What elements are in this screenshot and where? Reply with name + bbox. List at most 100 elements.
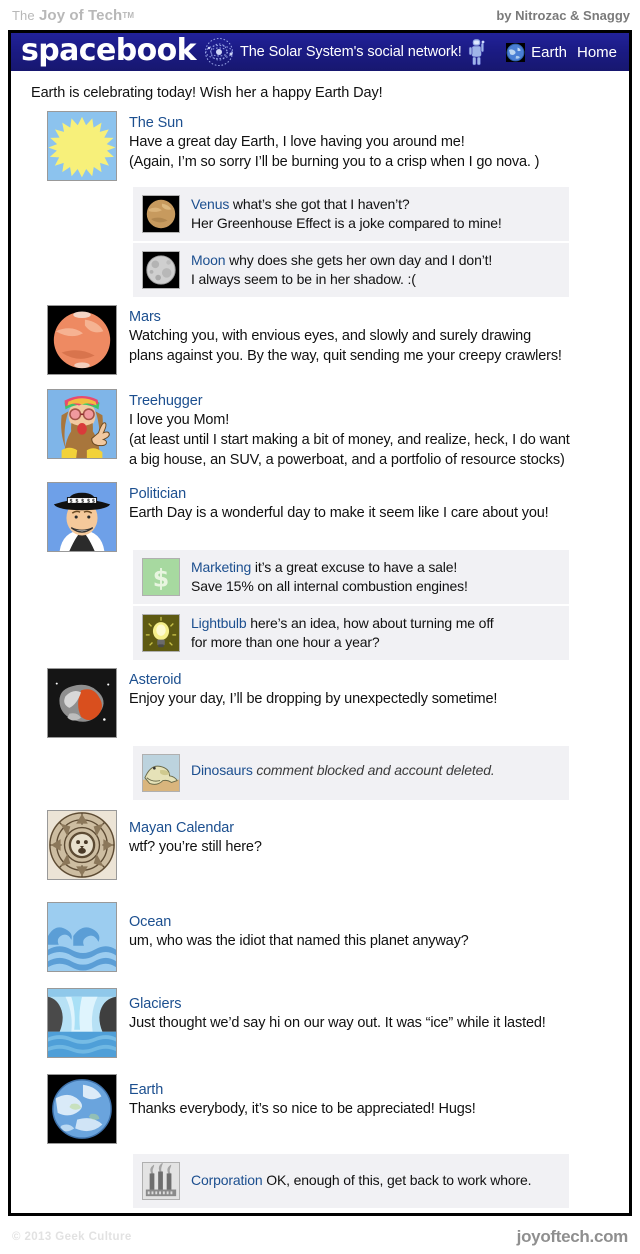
post-line: wtf? you’re still here? xyxy=(129,839,262,856)
svg-text:$: $ xyxy=(153,565,169,593)
mayan-avatar xyxy=(47,810,117,881)
comment-thread: Dinosaurs comment blocked and account de… xyxy=(133,746,569,801)
comment-line: for more than one hour a year? xyxy=(191,634,380,651)
post-author[interactable]: Ocean xyxy=(129,914,615,930)
sun-avatar xyxy=(47,111,117,181)
post-earth: Earth Thanks everybody, it’s so nice to … xyxy=(11,1074,629,1145)
comment-first-line: Dinosaurs comment blocked and account de… xyxy=(191,761,495,780)
comment-author[interactable]: Lightbulb xyxy=(191,615,247,631)
comment-thread: Corporation OK, enough of this, get back… xyxy=(133,1154,569,1209)
comic-strip: The Joy of TechTM by Nitrozac & Snaggy s… xyxy=(0,0,640,1254)
post-line: um, who was the idiot that named this pl… xyxy=(129,933,469,950)
comment-first-line: Lightbulb here’s an idea, how about turn… xyxy=(191,614,494,633)
spacebook-tagline: The Solar System's social network! xyxy=(239,44,462,60)
masthead-the: The xyxy=(12,7,35,23)
post-line: Earth Day is a wonderful day to make it … xyxy=(129,505,549,522)
post-body: Ocean um, who was the idiot that named t… xyxy=(117,902,615,972)
post-author[interactable]: Earth xyxy=(129,1082,615,1098)
site-url[interactable]: joyoftech.com xyxy=(517,1227,629,1247)
masthead: The Joy of TechTM by Nitrozac & Snaggy xyxy=(0,0,640,30)
post-author[interactable]: The Sun xyxy=(129,115,615,131)
marketing-avatar: $ xyxy=(142,558,180,597)
post-line: plans against you. By the way, quit send… xyxy=(129,348,562,365)
comment-dinosaurs: Dinosaurs comment blocked and account de… xyxy=(133,746,569,800)
comment-body: Moon why does she gets her own day and I… xyxy=(180,251,492,289)
comment-text: what’s she got that I haven’t? xyxy=(229,196,410,212)
byline: by Nitrozac & Snaggy xyxy=(496,7,630,23)
nav-item-earth[interactable]: Earth xyxy=(506,42,567,62)
asteroid-avatar xyxy=(47,668,117,739)
post-glaciers: Glaciers Just thought we’d say hi on our… xyxy=(11,988,629,1059)
footer: © 2013 Geek Culture joyoftech.com xyxy=(0,1220,640,1254)
post-asteroid: Asteroid Enjoy your day, I’ll be droppin… xyxy=(11,668,629,739)
comment-author[interactable]: Venus xyxy=(191,196,229,212)
glaciers-avatar xyxy=(47,988,117,1059)
post-author[interactable]: Asteroid xyxy=(129,672,615,688)
post-line: (at least until I start making a bit of … xyxy=(129,432,570,449)
comment-author[interactable]: Moon xyxy=(191,252,226,268)
comment-moon: Moon why does she gets her own day and I… xyxy=(133,241,569,297)
spacebook-logo[interactable]: spacebook xyxy=(21,36,197,66)
orbit-icon xyxy=(204,37,234,67)
comment-body: Venus what’s she got that I haven’t? Her… xyxy=(180,195,502,233)
comment-body: Marketing it’s a great excuse to have a … xyxy=(180,558,468,596)
earth-avatar xyxy=(47,1074,117,1145)
post-line: Have a great day Earth, I love having yo… xyxy=(129,134,465,150)
comment-corporation: Corporation OK, enough of this, get back… xyxy=(133,1154,569,1208)
feed-intro: Earth is celebrating today! Wish her a h… xyxy=(31,85,383,101)
comment-text: OK, enough of this, get back to work who… xyxy=(262,1172,532,1189)
comment-marketing: $ Marketing it’s a great excuse to have … xyxy=(133,550,569,604)
comment-first-line: Venus what’s she got that I haven’t? xyxy=(191,195,502,214)
comment-text: comment blocked and account deleted. xyxy=(252,762,495,779)
post-body: The Sun Have a great day Earth, I love h… xyxy=(117,111,615,181)
post-line: Enjoy your day, I’ll be dropping by unex… xyxy=(129,691,498,708)
comment-first-line: Corporation OK, enough of this, get back… xyxy=(191,1171,532,1190)
post-author[interactable]: Politician xyxy=(129,486,615,502)
comment-first-line: Marketing it’s a great excuse to have a … xyxy=(191,558,468,577)
joy-of-tech-logo: The Joy of TechTM xyxy=(12,7,134,24)
comment-text: here’s an idea, how about turning me off xyxy=(246,615,494,632)
post-author[interactable]: Mars xyxy=(129,309,615,325)
nav-earth-label[interactable]: Earth xyxy=(531,44,567,61)
comment-thread: Venus what’s she got that I haven’t? Her… xyxy=(133,187,569,298)
comment-text: why does she gets her own day and I don’… xyxy=(225,252,493,269)
post-author[interactable]: Mayan Calendar xyxy=(129,820,615,836)
post-body: Asteroid Enjoy your day, I’ll be droppin… xyxy=(117,668,615,738)
post-body: Mayan Calendar wtf? you’re still here? xyxy=(117,810,615,880)
post-author[interactable]: Treehugger xyxy=(129,393,615,409)
comment-author[interactable]: Dinosaurs xyxy=(191,762,253,778)
post-body: Politician Earth Day is a wonderful day … xyxy=(117,482,615,552)
post-author[interactable]: Glaciers xyxy=(129,996,615,1012)
spacebook-navbar: spacebook The Solar System's social netw… xyxy=(11,33,629,71)
post-line: Just thought we’d say hi on our way out.… xyxy=(129,1015,546,1032)
comment-author[interactable]: Marketing xyxy=(191,559,251,575)
comment-body: Lightbulb here’s an idea, how about turn… xyxy=(180,614,494,652)
post-mayan-calendar: Mayan Calendar wtf? you’re still here? xyxy=(11,810,629,881)
comment-first-line: Moon why does she gets her own day and I… xyxy=(191,251,492,270)
comment-body: Corporation OK, enough of this, get back… xyxy=(180,1162,532,1190)
nav-item-home[interactable]: Home xyxy=(577,44,617,61)
comment-thread: $ Marketing it’s a great excuse to have … xyxy=(133,550,569,661)
earth-globe-icon xyxy=(506,42,526,62)
copyright-text: © 2013 Geek Culture xyxy=(12,1231,132,1243)
navbar-right: Earth Home xyxy=(506,42,617,62)
comment-body: Dinosaurs comment blocked and account de… xyxy=(180,754,495,780)
post-line: (Again, I’m so sorry I’ll be burning you… xyxy=(129,154,540,170)
lightbulb-avatar xyxy=(142,614,180,653)
comment-line: Save 15% on all internal combustion engi… xyxy=(191,578,468,595)
mars-avatar xyxy=(47,305,117,376)
dinosaurs-avatar xyxy=(142,754,180,793)
post-body: Treehugger I love you Mom! (at least unt… xyxy=(117,389,615,470)
post-line: Thanks everybody, it’s so nice to be app… xyxy=(129,1101,476,1118)
comment-text: it’s a great excuse to have a sale! xyxy=(251,559,458,576)
post-mars: Mars Watching you, with envious eyes, an… xyxy=(11,305,629,376)
post-line: Watching you, with envious eyes, and slo… xyxy=(129,328,532,345)
comment-author[interactable]: Corporation xyxy=(191,1172,263,1188)
comment-line: I always seem to be in her shadow. :( xyxy=(191,271,416,288)
politician-avatar: $ $ $ $ $ xyxy=(47,482,117,553)
post-line: I love you Mom! xyxy=(129,412,230,429)
post-line: a big house, an SUV, a powerboat, and a … xyxy=(129,452,565,469)
venus-avatar xyxy=(142,195,180,233)
post-the-sun: The Sun Have a great day Earth, I love h… xyxy=(11,111,629,181)
treehugger-avatar xyxy=(47,389,117,460)
